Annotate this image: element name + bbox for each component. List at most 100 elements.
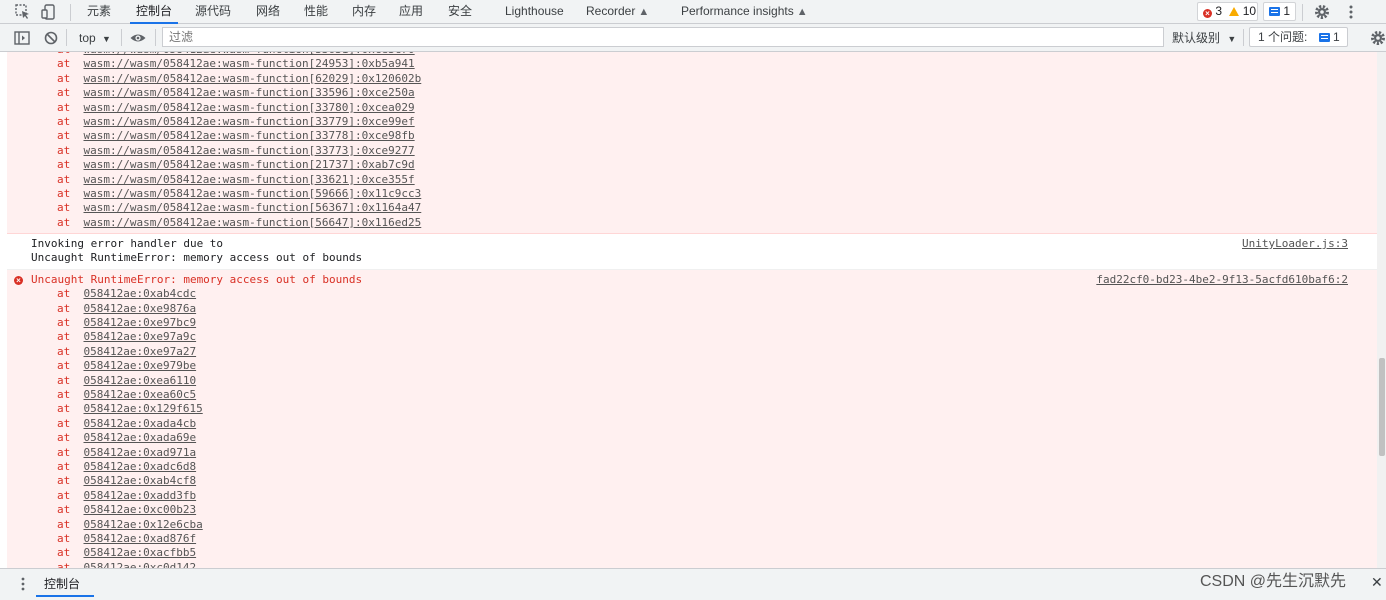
source-link[interactable]: UnityLoader.js:3 <box>1242 237 1348 251</box>
stack-frame-link[interactable]: 058412ae:0xe97a27 <box>84 345 197 358</box>
stack-at-label: at <box>57 416 71 430</box>
scrollbar-track[interactable] <box>1377 52 1386 568</box>
stack-frame: at 058412ae:0xad971a <box>7 446 1377 460</box>
stack-frame-link[interactable]: 058412ae:0x12e6cba <box>84 518 203 531</box>
separator <box>1302 4 1303 21</box>
stack-frame: at 058412ae:0xc00b23 <box>7 503 1377 517</box>
settings-gear-icon[interactable] <box>1313 3 1331 21</box>
stack-frame-link[interactable]: 058412ae:0xc0d142 <box>84 561 197 568</box>
device-toolbar-icon[interactable] <box>40 3 58 21</box>
close-drawer-icon[interactable]: ✕ <box>1371 574 1383 590</box>
error-icon: × <box>1203 9 1212 18</box>
stack-frame-link[interactable]: wasm://wasm/058412ae:wasm-function[56647… <box>84 216 422 229</box>
issues-button[interactable]: 1 个问题: 1 <box>1249 27 1348 47</box>
stack-at-label: at <box>57 531 71 545</box>
stack-frame-link[interactable]: wasm://wasm/058412ae:wasm-function[33780… <box>84 101 415 114</box>
stack-frame-link[interactable]: 058412ae:0xea6110 <box>84 374 197 387</box>
stack-frame-link[interactable]: 058412ae:0xab4cf8 <box>84 474 197 487</box>
stack-frame-link[interactable]: 058412ae:0x129f615 <box>84 402 203 415</box>
stack-at-label: at <box>57 201 71 215</box>
sidebar-toggle-icon[interactable] <box>13 29 31 47</box>
stack-frame-link[interactable]: wasm://wasm/058412ae:wasm-function[56367… <box>84 201 422 214</box>
tab-performance[interactable]: 性能 <box>304 0 328 23</box>
stack-frame-link[interactable]: 058412ae:0xea60c5 <box>84 388 197 401</box>
stack-frame: at wasm://wasm/058412ae:wasm-function[62… <box>7 72 1377 86</box>
drawer-menu-icon[interactable] <box>17 576 29 592</box>
stack-frame-link[interactable]: 058412ae:0xe9876a <box>84 302 197 315</box>
error-count: 3 <box>1215 4 1223 18</box>
live-expression-eye-icon[interactable] <box>129 29 147 47</box>
stack-frame: at 058412ae:0xab4cf8 <box>7 474 1377 488</box>
stack-frame: at 058412ae:0xe97a9c <box>7 330 1377 344</box>
stack-frame-link[interactable]: 058412ae:0xad971a <box>84 446 197 459</box>
stack-frame: at wasm://wasm/058412ae:wasm-function[33… <box>7 115 1377 129</box>
stack-at-label: at <box>57 316 71 330</box>
stack-frame-link[interactable]: wasm://wasm/058412ae:wasm-function[33621… <box>84 173 415 186</box>
stack-frame-link[interactable]: 058412ae:0xada4cb <box>84 417 197 430</box>
stack-frame: at 058412ae:0xea60c5 <box>7 388 1377 402</box>
stack-frame-link[interactable]: wasm://wasm/058412ae:wasm-function[33773… <box>84 144 415 157</box>
context-selector[interactable]: top ▼ <box>72 28 111 48</box>
stack-at-label: at <box>57 71 71 85</box>
stack-frame-link[interactable]: 058412ae:0xe97bc9 <box>84 316 197 329</box>
console-settings-gear-icon[interactable] <box>1369 29 1386 47</box>
stack-frame-link[interactable]: wasm://wasm/058412ae:wasm-function[21737… <box>84 158 415 171</box>
flask-icon: ▲ <box>638 6 650 18</box>
tab-lighthouse[interactable]: Lighthouse <box>505 0 564 23</box>
stack-at-label: at <box>57 86 71 100</box>
stack-frame-link[interactable]: 058412ae:0xadd3fb <box>84 489 197 502</box>
stack-at-label: at <box>57 359 71 373</box>
stack-frame-link[interactable]: 058412ae:0xadc6d8 <box>84 460 197 473</box>
tab-memory[interactable]: 内存 <box>352 0 376 23</box>
stack-frame-link[interactable]: 058412ae:0xada69e <box>84 431 197 444</box>
tab-console[interactable]: 控制台 <box>129 0 179 24</box>
stack-frame: at wasm://wasm/058412ae:wasm-function[33… <box>7 144 1377 158</box>
tab-elements[interactable]: 元素 <box>87 0 111 23</box>
tab-recorder[interactable]: Recorder ▲ <box>586 0 649 23</box>
stack-frame-link[interactable]: wasm://wasm/058412ae:wasm-function[24953… <box>84 57 415 70</box>
inspect-element-icon[interactable] <box>14 3 32 21</box>
tab-performance-insights[interactable]: Performance insights ▲ <box>681 0 808 23</box>
stack-frame: at wasm://wasm/058412ae:wasm-function[21… <box>7 158 1377 172</box>
stack-frame-link[interactable]: wasm://wasm/058412ae:wasm-function[33631… <box>84 52 415 56</box>
console-error-message: × Uncaught RuntimeError: memory access ou… <box>7 269 1377 568</box>
console-output: at wasm://wasm/058412ae:wasm-function[33… <box>7 52 1377 568</box>
stack-frame-link[interactable]: 058412ae:0xc00b23 <box>84 503 197 516</box>
stack-frame-link[interactable]: wasm://wasm/058412ae:wasm-function[62029… <box>84 72 422 85</box>
stack-at-label: at <box>57 129 71 143</box>
stack-frame-link[interactable]: 058412ae:0xab4cdc <box>84 287 197 300</box>
scrollbar-thumb[interactable] <box>1379 358 1385 456</box>
clear-console-icon[interactable] <box>42 29 60 47</box>
stack-frame: at wasm://wasm/058412ae:wasm-function[56… <box>7 201 1377 215</box>
stack-frame: at 058412ae:0xacfbb5 <box>7 546 1377 560</box>
separator <box>155 29 156 46</box>
filter-input[interactable] <box>162 27 1164 47</box>
tab-sources[interactable]: 源代码 <box>195 0 231 23</box>
stack-frame-link[interactable]: 058412ae:0xe979be <box>84 359 197 372</box>
source-link[interactable]: fad22cf0-bd23-4be2-9f13-5acfd610baf6:2 <box>1096 273 1348 287</box>
console-error-message: at wasm://wasm/058412ae:wasm-function[33… <box>7 52 1377 235</box>
bottom-drawer: 控制台 <box>0 568 1386 600</box>
tab-network[interactable]: 网络 <box>256 0 280 23</box>
stack-at-label: at <box>57 215 71 229</box>
log-levels-dropdown[interactable]: 默认级别 ▼ <box>1172 28 1236 48</box>
stack-frame-link[interactable]: 058412ae:0xe97a9c <box>84 330 197 343</box>
drawer-tab-console[interactable]: 控制台 <box>35 575 95 597</box>
stack-frame: at wasm://wasm/058412ae:wasm-function[59… <box>7 187 1377 201</box>
error-warning-counter[interactable]: × 3 10 <box>1197 2 1258 21</box>
tab-security[interactable]: 安全 <box>448 0 472 23</box>
stack-frame: at wasm://wasm/058412ae:wasm-function[33… <box>7 101 1377 115</box>
tab-application[interactable]: 应用 <box>399 0 423 23</box>
stack-frame-link[interactable]: 058412ae:0xad876f <box>84 532 197 545</box>
stack-frame: at 058412ae:0xada69e <box>7 431 1377 445</box>
devtools-tab-bar: 元素 控制台 源代码 网络 性能 内存 应用 安全 Lighthouse Rec… <box>0 0 1386 24</box>
stack-frame-link[interactable]: wasm://wasm/058412ae:wasm-function[33778… <box>84 129 415 142</box>
stack-frame: at 058412ae:0xe979be <box>7 359 1377 373</box>
flask-icon: ▲ <box>796 6 808 18</box>
stack-frame-link[interactable]: 058412ae:0xacfbb5 <box>84 546 197 559</box>
more-options-icon[interactable] <box>1342 3 1360 21</box>
issues-counter[interactable]: 1 <box>1263 2 1296 21</box>
stack-frame-link[interactable]: wasm://wasm/058412ae:wasm-function[33779… <box>84 115 415 128</box>
stack-frame-link[interactable]: wasm://wasm/058412ae:wasm-function[59666… <box>84 187 422 200</box>
stack-frame-link[interactable]: wasm://wasm/058412ae:wasm-function[33596… <box>84 86 415 99</box>
